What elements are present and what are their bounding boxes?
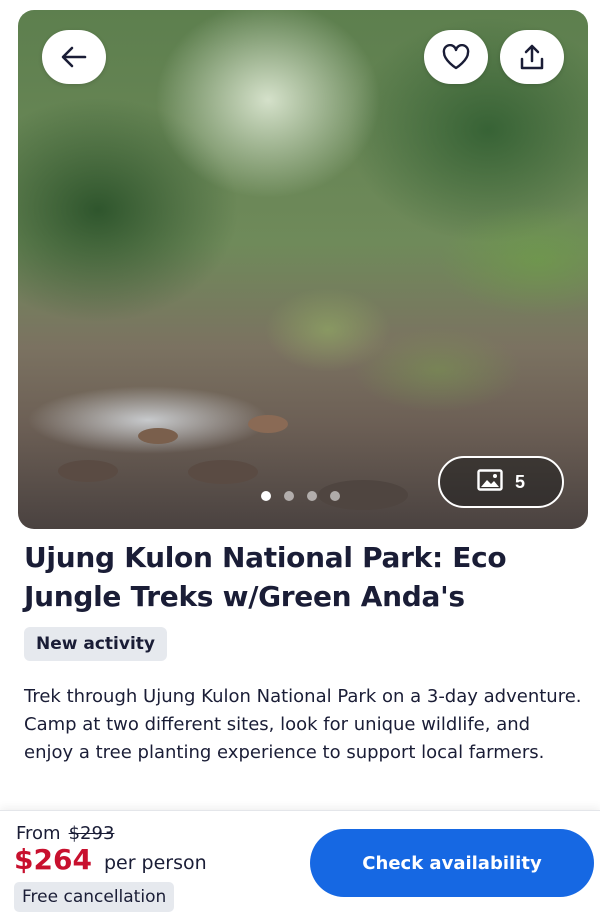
share-button[interactable] bbox=[500, 30, 564, 84]
current-price: $264 bbox=[14, 843, 92, 876]
hero-image[interactable]: 5 bbox=[18, 10, 588, 529]
price-row: $264 per person bbox=[14, 843, 207, 876]
carousel-dot[interactable] bbox=[260, 491, 271, 501]
booking-footer: From $293 $264 per person Free cancellati… bbox=[0, 810, 600, 921]
heart-icon bbox=[442, 44, 470, 70]
from-label: From bbox=[16, 823, 61, 844]
from-price-row: From $293 bbox=[16, 823, 114, 844]
free-cancellation-badge: Free cancellation bbox=[14, 882, 175, 912]
activity-description: Trek through Ujung Kulon National Park o… bbox=[24, 686, 582, 763]
carousel-dot[interactable] bbox=[329, 491, 340, 501]
arrow-left-icon bbox=[61, 46, 87, 68]
back-button[interactable] bbox=[42, 30, 106, 84]
original-price: $293 bbox=[68, 823, 115, 844]
carousel-dot[interactable] bbox=[283, 491, 294, 501]
new-activity-badge: New activity bbox=[24, 627, 167, 661]
check-availability-button[interactable]: Check availability bbox=[310, 829, 594, 897]
share-upload-icon bbox=[519, 43, 545, 71]
activity-title: Ujung Kulon National Park: Eco Jungle Tr… bbox=[24, 541, 507, 613]
favorite-button[interactable] bbox=[424, 30, 488, 84]
per-person-label: per person bbox=[103, 852, 207, 874]
carousel-dots bbox=[0, 491, 600, 501]
carousel-dot[interactable] bbox=[306, 491, 317, 501]
photo-count-label: 5 bbox=[514, 471, 525, 492]
